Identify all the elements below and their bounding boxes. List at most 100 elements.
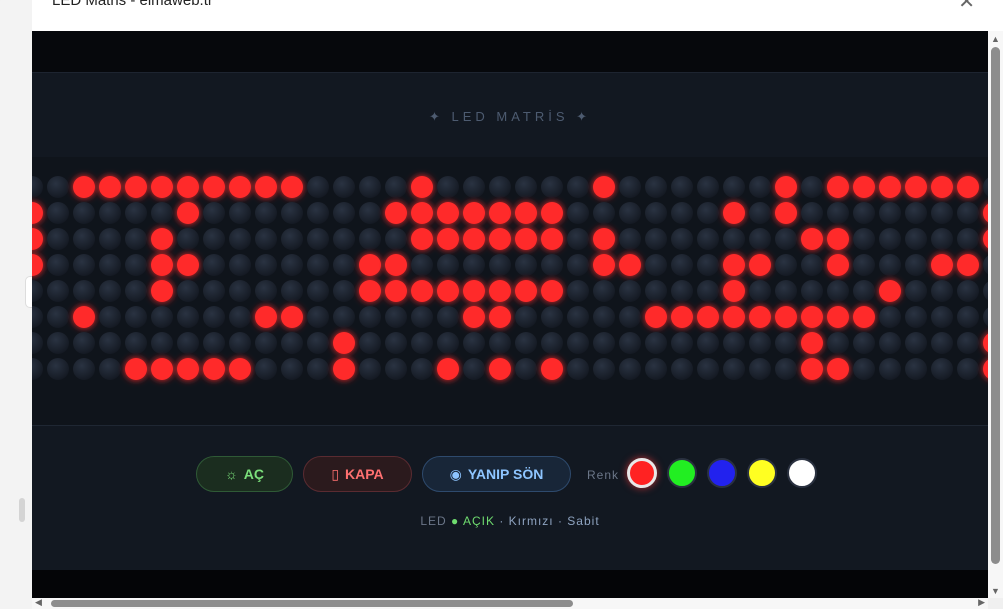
- led-on: [463, 202, 485, 224]
- led-on: [723, 202, 745, 224]
- led-off: [281, 280, 303, 302]
- page-scroll-thumb[interactable]: [19, 498, 25, 522]
- led-off: [125, 280, 147, 302]
- led-on: [801, 228, 823, 250]
- horizontal-scroll-thumb[interactable]: [51, 600, 573, 607]
- led-off: [671, 280, 693, 302]
- app-viewport: ✦ LED MATRİS ✦ ☼ AÇ ▯ KAPA ◉ YANIP SÖN R…: [32, 31, 988, 598]
- led-off: [645, 202, 667, 224]
- led-off: [73, 280, 95, 302]
- led-on: [73, 306, 95, 328]
- scroll-left-icon[interactable]: ◀: [35, 597, 42, 608]
- led-off: [567, 358, 589, 380]
- led-on: [593, 254, 615, 276]
- led-on: [541, 358, 563, 380]
- scrollbar-corner: [988, 598, 1003, 609]
- led-off: [385, 358, 407, 380]
- led-off: [905, 332, 927, 354]
- led-off: [749, 176, 771, 198]
- led-off: [697, 228, 719, 250]
- led-on: [32, 202, 43, 224]
- blink-button[interactable]: ◉ YANIP SÖN: [422, 456, 571, 492]
- led-off: [125, 228, 147, 250]
- led-on: [957, 254, 979, 276]
- led-off: [307, 358, 329, 380]
- led-on: [515, 228, 537, 250]
- led-off: [99, 228, 121, 250]
- on-button[interactable]: ☼ AÇ: [196, 456, 293, 492]
- led-off: [853, 254, 875, 276]
- scroll-down-icon[interactable]: ▼: [991, 586, 1000, 596]
- led-off: [853, 280, 875, 302]
- horizontal-scrollbar[interactable]: ◀ ▶: [32, 597, 988, 609]
- led-off: [801, 176, 823, 198]
- led-off: [879, 202, 901, 224]
- led-off: [567, 176, 589, 198]
- led-off: [125, 254, 147, 276]
- vertical-scrollbar[interactable]: ▲ ▼: [988, 31, 1003, 598]
- led-off: [515, 306, 537, 328]
- led-off: [203, 280, 225, 302]
- led-off: [463, 254, 485, 276]
- led-off: [281, 358, 303, 380]
- led-off: [723, 358, 745, 380]
- led-off: [359, 202, 381, 224]
- led-on: [359, 280, 381, 302]
- led-on: [541, 280, 563, 302]
- led-off: [255, 332, 277, 354]
- off-button[interactable]: ▯ KAPA: [303, 456, 412, 492]
- led-off: [489, 176, 511, 198]
- led-on: [151, 176, 173, 198]
- led-on: [931, 176, 953, 198]
- led-on: [255, 306, 277, 328]
- led-on: [489, 280, 511, 302]
- color-swatch-yellow[interactable]: [747, 458, 777, 488]
- led-off: [593, 332, 615, 354]
- led-off: [671, 332, 693, 354]
- led-on: [827, 176, 849, 198]
- led-on: [255, 176, 277, 198]
- scroll-up-icon[interactable]: ▲: [991, 34, 1000, 44]
- led-on: [463, 228, 485, 250]
- led-off: [125, 202, 147, 224]
- led-off: [229, 306, 251, 328]
- on-button-label: AÇ: [243, 466, 265, 482]
- led-matrix: [32, 157, 988, 425]
- led-on: [827, 306, 849, 328]
- close-icon[interactable]: ✕: [958, 0, 975, 12]
- led-on: [437, 202, 459, 224]
- led-off: [567, 254, 589, 276]
- led-on: [775, 306, 797, 328]
- color-swatch-white[interactable]: [787, 458, 817, 488]
- led-off: [99, 254, 121, 276]
- led-on: [645, 306, 667, 328]
- led-off: [281, 202, 303, 224]
- vertical-scroll-thumb[interactable]: [991, 47, 1000, 564]
- led-on: [229, 176, 251, 198]
- led-off: [931, 306, 953, 328]
- led-off: [931, 202, 953, 224]
- led-on: [515, 202, 537, 224]
- led-off: [47, 254, 69, 276]
- led-on: [229, 358, 251, 380]
- led-off: [437, 332, 459, 354]
- color-swatch-green[interactable]: [667, 458, 697, 488]
- led-off: [359, 306, 381, 328]
- led-off: [801, 254, 823, 276]
- led-off: [255, 358, 277, 380]
- color-swatch-red[interactable]: [627, 458, 657, 488]
- led-off: [931, 358, 953, 380]
- led-off: [307, 228, 329, 250]
- led-off: [203, 228, 225, 250]
- back-arrow-icon[interactable]: [0, 0, 13, 9]
- led-off: [515, 358, 537, 380]
- led-on: [619, 254, 641, 276]
- left-page-strip: [0, 0, 37, 609]
- led-on: [827, 358, 849, 380]
- led-off: [931, 228, 953, 250]
- led-on: [489, 306, 511, 328]
- color-swatch-blue[interactable]: [707, 458, 737, 488]
- led-on: [411, 202, 433, 224]
- led-off: [99, 358, 121, 380]
- scroll-right-icon[interactable]: ▶: [978, 597, 985, 608]
